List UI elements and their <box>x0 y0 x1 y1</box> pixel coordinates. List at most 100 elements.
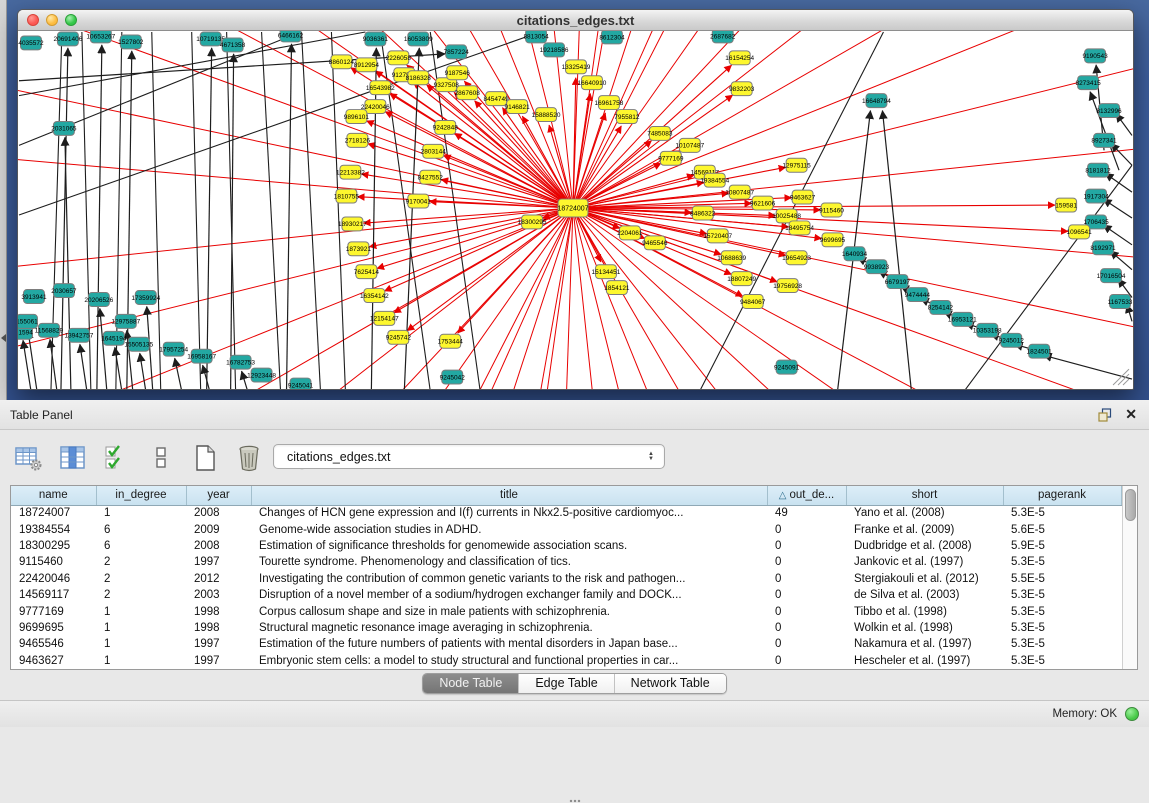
network-node[interactable]: 15134451 <box>592 265 621 279</box>
network-node[interactable]: 1824501 <box>1027 344 1053 358</box>
network-node[interactable]: 8813054 <box>523 31 549 43</box>
network-node[interactable]: 18495754 <box>785 221 814 235</box>
network-node[interactable]: 9036361 <box>363 32 389 46</box>
window-resize-grip[interactable] <box>1113 369 1129 385</box>
network-node[interactable]: 16053809 <box>404 32 433 46</box>
network-edge[interactable] <box>140 353 146 389</box>
network-node[interactable]: 10807487 <box>725 185 754 199</box>
table-row[interactable]: 1456911722003Disruption of a novel membe… <box>11 587 1121 603</box>
network-node[interactable]: 8273415 <box>1075 76 1101 90</box>
network-edge[interactable] <box>573 208 789 227</box>
network-node[interactable]: 8132996 <box>1096 104 1122 118</box>
network-node[interactable]: 16961758 <box>595 96 624 110</box>
network-node[interactable]: 19384554 <box>700 173 729 187</box>
network-node[interactable]: 1640934 <box>842 247 868 261</box>
network-node[interactable]: 1873921 <box>346 242 372 256</box>
network-node[interactable]: 17016504 <box>1097 269 1126 283</box>
network-node[interactable]: 4035572 <box>18 36 44 50</box>
network-node[interactable]: 18300295 <box>518 215 547 229</box>
network-node[interactable]: 12213382 <box>336 165 365 179</box>
table-settings-icon[interactable] <box>14 444 44 472</box>
network-node[interactable]: 13325419 <box>562 60 591 74</box>
network-node[interactable]: 16953121 <box>948 312 977 326</box>
network-node[interactable]: 12975115 <box>782 158 811 172</box>
network-node[interactable]: 16154254 <box>725 51 754 65</box>
table-row[interactable]: 946362711997Embryonic stem cells: a mode… <box>11 653 1121 669</box>
network-node[interactable]: 19756928 <box>773 279 802 293</box>
network-node[interactable]: 12154147 <box>370 311 399 325</box>
network-node[interactable]: 19218586 <box>540 43 569 57</box>
column-header-name[interactable]: name <box>11 486 96 505</box>
network-node[interactable]: 9242848 <box>433 121 459 135</box>
network-node[interactable]: 3913941 <box>21 290 47 304</box>
network-node[interactable]: 1753444 <box>438 334 464 348</box>
toggle-rows-icon[interactable] <box>146 444 176 472</box>
network-node[interactable]: 9190543 <box>1082 49 1108 63</box>
network-node[interactable]: 17957254 <box>159 342 188 356</box>
network-node[interactable]: 9621606 <box>750 196 776 210</box>
new-document-icon[interactable] <box>190 444 220 472</box>
column-header-year[interactable]: year <box>186 486 251 505</box>
network-node[interactable]: 8186328 <box>406 71 432 85</box>
table-row[interactable]: 977716911998Corpus callosum shape and si… <box>11 603 1121 619</box>
network-node[interactable]: 6679197 <box>885 275 911 289</box>
network-edge[interactable] <box>262 32 281 389</box>
network-node[interactable]: 18724007 <box>557 199 588 217</box>
network-node[interactable]: 13942757 <box>64 328 93 342</box>
network-node[interactable]: 9463627 <box>790 190 816 204</box>
tab-node-table[interactable]: Node Table <box>423 674 519 693</box>
network-node[interactable]: 16354142 <box>360 289 389 303</box>
network-graph[interactable]: 4035572206914061065326715278021071913546… <box>18 31 1133 389</box>
network-node[interactable]: 2803144 <box>421 144 447 158</box>
network-node[interactable]: 9938923 <box>864 260 890 274</box>
network-node[interactable]: 9245042 <box>440 370 466 384</box>
network-node[interactable]: 1810755 <box>334 189 360 203</box>
network-node[interactable]: 7955812 <box>614 110 640 124</box>
network-view-window[interactable]: citations_edges.txt 40355722069140610653… <box>17 9 1134 390</box>
close-panel-icon[interactable]: ✕ <box>1125 406 1137 423</box>
network-edge[interactable] <box>100 308 107 389</box>
network-edge[interactable] <box>1105 173 1132 192</box>
network-edge[interactable] <box>301 32 320 389</box>
network-node[interactable]: 15888520 <box>532 108 561 122</box>
network-node[interactable]: 16958167 <box>187 349 216 363</box>
network-node[interactable]: 15720407 <box>703 229 732 243</box>
network-node[interactable]: 18807249 <box>727 272 756 286</box>
network-node[interactable]: 1527802 <box>118 35 144 49</box>
network-node[interactable]: 8860124 <box>329 55 355 69</box>
network-node[interactable]: 8254142 <box>928 300 954 314</box>
network-node[interactable]: 2031065 <box>51 121 77 135</box>
network-node[interactable]: 8486322 <box>690 206 716 220</box>
column-header-out_de[interactable]: △out_de... <box>767 486 846 505</box>
network-node[interactable]: 2204061 <box>617 226 643 240</box>
network-node[interactable]: 9245091 <box>774 360 800 374</box>
network-node[interactable]: 9115460 <box>819 203 844 217</box>
tab-network-table[interactable]: Network Table <box>615 674 726 693</box>
float-panel-icon[interactable] <box>1098 408 1113 422</box>
network-node[interactable]: 9146821 <box>504 100 530 114</box>
network-edge[interactable] <box>407 208 573 331</box>
network-node[interactable]: 16648794 <box>862 94 891 108</box>
row-selection-icon[interactable] <box>102 444 132 472</box>
network-node[interactable]: 1645194 <box>101 331 127 345</box>
network-node[interactable]: 1167533 <box>1108 295 1133 309</box>
network-node[interactable]: 9777169 <box>658 151 684 165</box>
network-node[interactable]: 8612304 <box>599 31 625 44</box>
network-node[interactable]: 9484067 <box>740 295 766 309</box>
splitter-grip[interactable] <box>569 799 581 803</box>
network-node[interactable]: 8427552 <box>418 170 444 184</box>
table-scrollbar-thumb[interactable] <box>1125 489 1136 521</box>
network-node[interactable]: 6466162 <box>278 31 304 42</box>
network-node[interactable]: 17359924 <box>131 291 160 305</box>
network-node[interactable]: 19654923 <box>782 251 811 265</box>
network-node[interactable]: 1917304 <box>1083 189 1109 203</box>
network-edge[interactable] <box>573 182 704 208</box>
network-node[interactable]: 12975887 <box>111 314 140 328</box>
network-node[interactable]: 7857224 <box>444 45 470 59</box>
network-node[interactable]: 9896101 <box>344 110 370 124</box>
network-node[interactable]: 8192971 <box>1090 241 1116 255</box>
table-header-row[interactable]: namein_degreeyeartitle△out_de...shortpag… <box>11 486 1121 505</box>
network-node[interactable]: 7485083 <box>647 126 673 140</box>
network-edge[interactable] <box>287 44 292 389</box>
network-node[interactable]: 18930217 <box>338 217 367 231</box>
